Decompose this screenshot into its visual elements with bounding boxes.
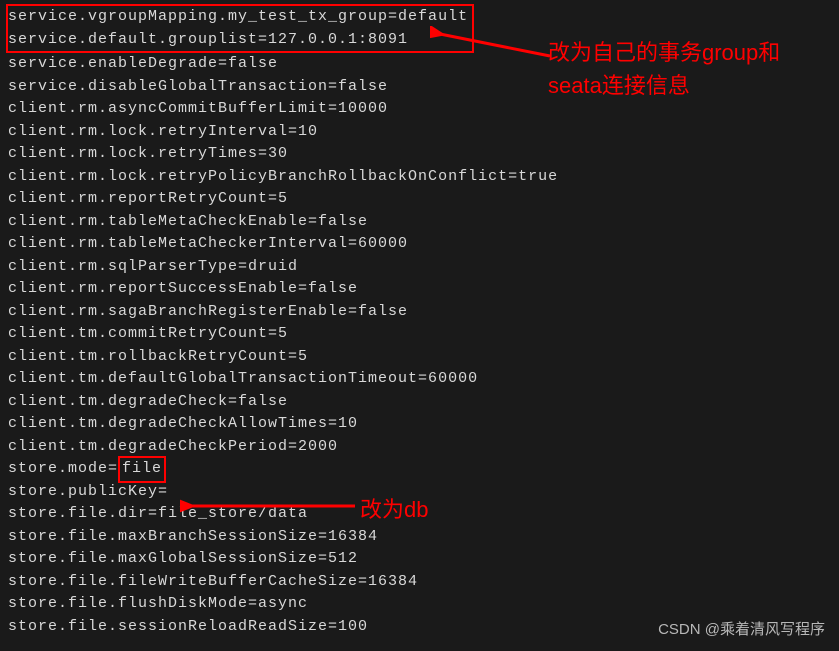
config-line: store.file.maxBranchSessionSize=16384 (8, 526, 831, 549)
config-line: client.rm.reportSuccessEnable=false (8, 278, 831, 301)
config-line: client.rm.tableMetaCheckerInterval=60000 (8, 233, 831, 256)
store-mode-key: store.mode= (8, 460, 118, 477)
config-line: client.tm.commitRetryCount=5 (8, 323, 831, 346)
config-line: client.rm.sqlParserType=druid (8, 256, 831, 279)
watermark: CSDN @乘着清风写程序 (658, 619, 825, 642)
highlighted-store-mode-value: file (118, 456, 166, 483)
config-line: client.rm.lock.retryTimes=30 (8, 143, 831, 166)
config-line: client.rm.lock.retryInterval=10 (8, 121, 831, 144)
config-line: client.tm.degradeCheckPeriod=2000 (8, 436, 831, 459)
config-line: client.rm.sagaBranchRegisterEnable=false (8, 301, 831, 324)
config-line: store.file.flushDiskMode=async (8, 593, 831, 616)
annotation-top: 改为自己的事务group和seata连接信息 (548, 36, 828, 102)
config-line: client.tm.degradeCheckAllowTimes=10 (8, 413, 831, 436)
config-line: client.rm.lock.retryPolicyBranchRollback… (8, 166, 831, 189)
store-mode-line: store.mode=file (8, 458, 831, 481)
annotation-mid: 改为db (360, 493, 428, 526)
config-line: client.tm.degradeCheck=false (8, 391, 831, 414)
config-line: client.rm.reportRetryCount=5 (8, 188, 831, 211)
config-line: service.default.grouplist=127.0.0.1:8091 (8, 29, 468, 52)
config-line: service.vgroupMapping.my_test_tx_group=d… (8, 6, 468, 29)
config-line: store.file.maxGlobalSessionSize=512 (8, 548, 831, 571)
config-line: client.tm.defaultGlobalTransactionTimeou… (8, 368, 831, 391)
config-line: client.tm.rollbackRetryCount=5 (8, 346, 831, 369)
config-line: store.file.fileWriteBufferCacheSize=1638… (8, 571, 831, 594)
highlighted-config-box: service.vgroupMapping.my_test_tx_group=d… (6, 4, 474, 53)
config-line: client.rm.tableMetaCheckEnable=false (8, 211, 831, 234)
